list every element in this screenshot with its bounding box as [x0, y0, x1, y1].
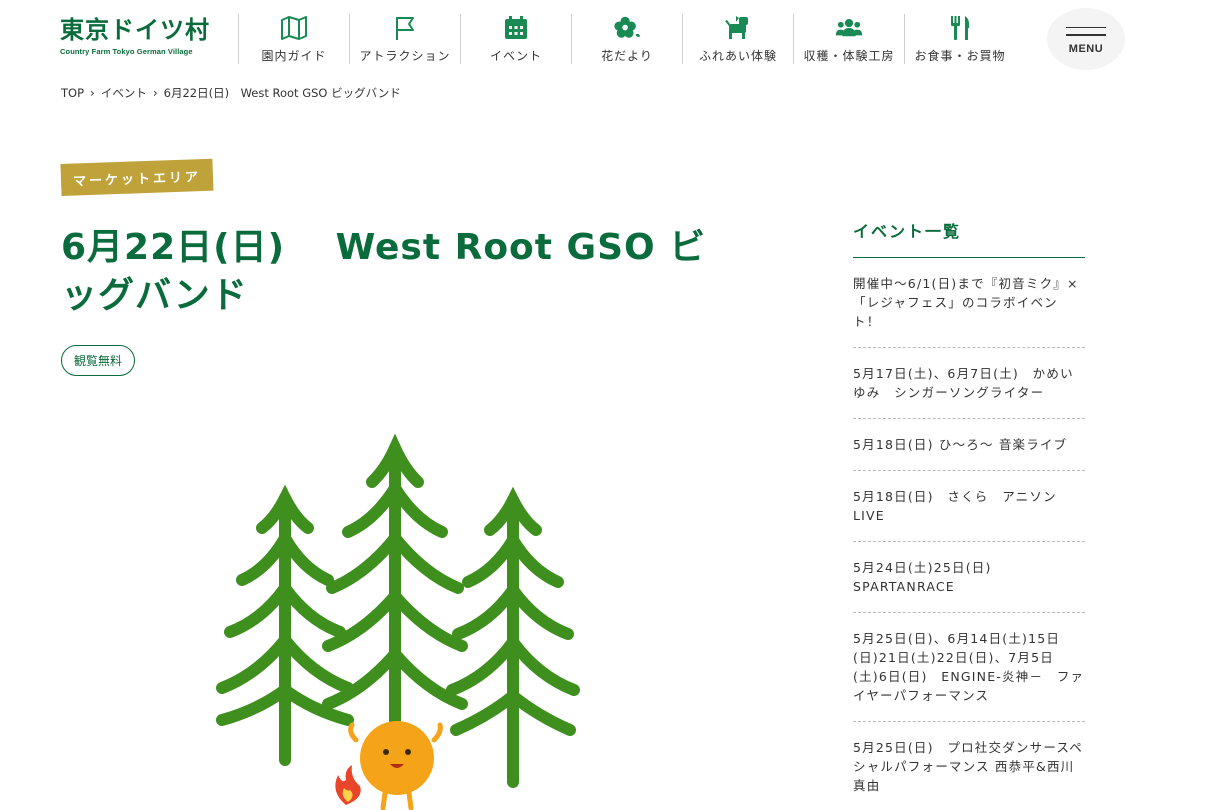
global-nav: 園内ガイド アトラクション イベント 花だより ふれあい体験 収穫・体験工房 お…: [238, 14, 1015, 64]
nav-item-harvest[interactable]: 収穫・体験工房: [793, 14, 904, 64]
menu-label: MENU: [1068, 42, 1104, 55]
cutlery-icon: [946, 14, 974, 41]
event-list-item[interactable]: 5月25日(日)、6月14日(土)15日(日)21日(土)22日(日)、7月5日…: [853, 613, 1085, 722]
event-list-item[interactable]: 5月25日(日) プロ社交ダンサースペシャルパフォーマンス 西恭平&西川真由: [853, 722, 1085, 810]
event-list-item[interactable]: 5月17日(土)、6月7日(土) かめいゆみ シンガーソングライター: [853, 348, 1085, 419]
hamburger-icon: [1066, 34, 1106, 36]
nav-item-guide[interactable]: 園内ガイド: [238, 14, 349, 64]
nav-label: イベント: [489, 49, 542, 63]
nav-item-food[interactable]: お食事・お買物: [904, 14, 1015, 64]
forest-character-illustration: [216, 433, 580, 810]
breadcrumb: TOP › イベント › 6月22日(日) West Root GSO ビッグバ…: [61, 85, 401, 101]
breadcrumb-events-link[interactable]: イベント: [101, 85, 147, 101]
hamburger-icon: [1066, 26, 1106, 28]
chevron-right-icon: ›: [90, 86, 95, 100]
breadcrumb-top-link[interactable]: TOP: [61, 86, 84, 100]
event-illustration: [200, 420, 600, 810]
event-list-sidebar: イベント一覧 開催中〜6/1(日)まで『初音ミク』×「レジャフェス」のコラボイベ…: [853, 218, 1085, 810]
mascot-character: [348, 721, 443, 810]
nav-label: お食事・お買物: [914, 49, 1006, 63]
nav-label: アトラクション: [359, 49, 451, 63]
dog-icon: [724, 14, 752, 41]
category-tag[interactable]: マーケットエリア: [60, 158, 214, 196]
people-icon: [835, 14, 863, 41]
logo-sub-text: Country Farm Tokyo German Village: [60, 47, 193, 56]
sidebar-title: イベント一覧: [853, 218, 1085, 258]
menu-button[interactable]: MENU: [1047, 8, 1125, 70]
flower-icon: [613, 14, 641, 41]
logo-main-text: 東京ドイツ村: [60, 16, 210, 44]
event-list-item[interactable]: 5月24日(土)25日(日) SPARTANRACE: [853, 542, 1085, 613]
calendar-icon: [502, 14, 530, 41]
event-list-item[interactable]: 5月18日(日) さくら アニソンLIVE: [853, 471, 1085, 542]
site-header: 東京ドイツ村 Country Farm Tokyo German Village…: [0, 0, 1224, 78]
flag-icon: [391, 14, 419, 41]
event-list-item[interactable]: 開催中〜6/1(日)まで『初音ミク』×「レジャフェス」のコラボイベント！: [853, 258, 1085, 348]
site-logo[interactable]: 東京ドイツ村 Country Farm Tokyo German Village: [60, 16, 210, 56]
nav-label: 花だより: [601, 49, 653, 63]
free-admission-badge: 観覧無料: [61, 345, 136, 376]
nav-item-flower[interactable]: 花だより: [571, 14, 682, 64]
page-title: 6月22日(日) West Root GSO ビッグバンド: [61, 227, 707, 316]
breadcrumb-current: 6月22日(日) West Root GSO ビッグバンド: [163, 86, 401, 100]
map-icon: [280, 14, 308, 41]
nav-item-event[interactable]: イベント: [460, 14, 571, 64]
nav-label: 園内ガイド: [261, 49, 327, 63]
nav-item-attraction[interactable]: アトラクション: [349, 14, 460, 64]
event-list: 開催中〜6/1(日)まで『初音ミク』×「レジャフェス」のコラボイベント！ 5月1…: [853, 258, 1085, 810]
nav-item-fureai[interactable]: ふれあい体験: [682, 14, 793, 64]
flame-icon: [335, 765, 361, 805]
chevron-right-icon: ›: [152, 86, 158, 100]
nav-label: ふれあい体験: [698, 49, 777, 63]
event-list-item[interactable]: 5月18日(日) ひ〜ろ〜 音楽ライブ: [853, 419, 1085, 471]
nav-label: 収穫・体験工房: [803, 49, 895, 63]
